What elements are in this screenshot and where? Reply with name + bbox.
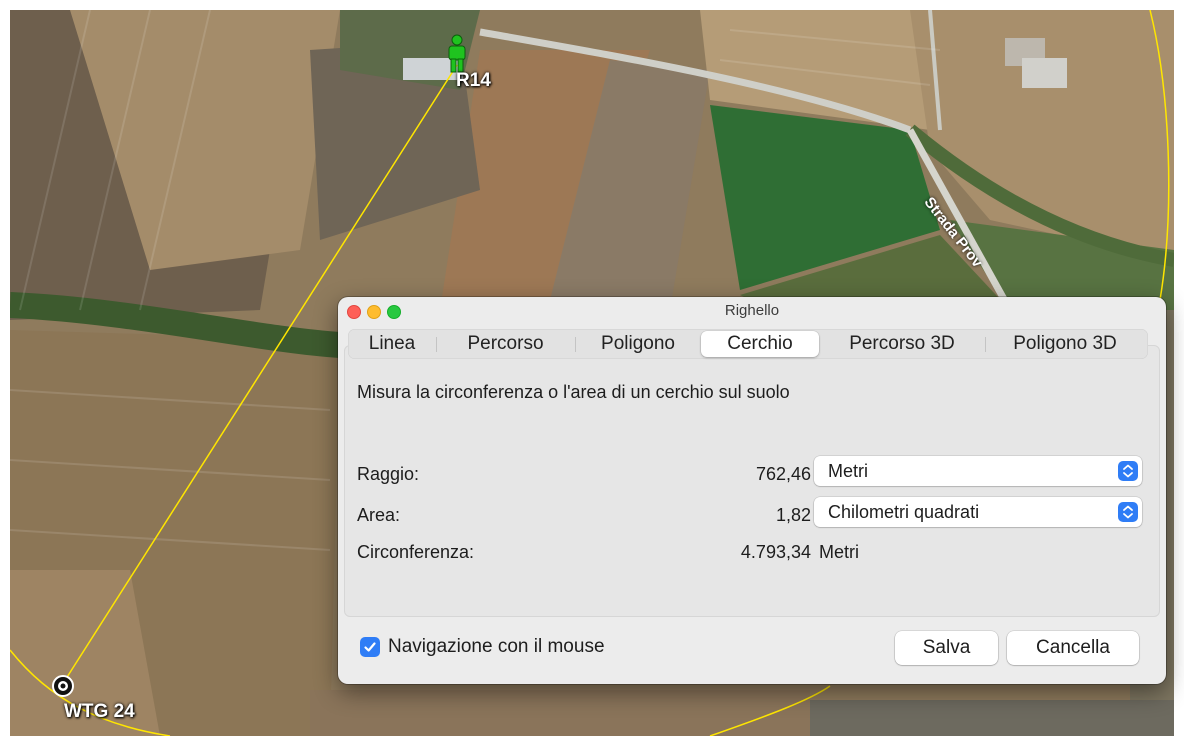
chevron-up-down-icon [1118, 502, 1138, 522]
tab-poligono-3d[interactable]: Poligono 3D [985, 331, 1145, 357]
target-marker-icon[interactable] [51, 674, 75, 703]
window-title: Righello [724, 302, 780, 319]
mouse-navigation-option[interactable]: Navigazione con il mouse [360, 636, 605, 658]
mode-description: Misura la circonferenza o l'area di un c… [357, 382, 790, 402]
close-window-button[interactable] [347, 305, 361, 319]
radius-label: Raggio: [357, 464, 420, 484]
mouse-navigation-checkbox[interactable] [360, 637, 380, 657]
save-button[interactable]: Salva [895, 631, 998, 665]
tab-cerchio[interactable]: Cerchio [701, 331, 819, 357]
area-unit-value: Chilometri quadrati [828, 502, 980, 522]
radius-value: 762,46 [755, 464, 811, 484]
area-value: 1,82 [775, 505, 811, 525]
measurement-panel: Misura la circonferenza o l'area di un c… [344, 345, 1160, 617]
marker-label-r14: R14 [456, 70, 491, 91]
tab-percorso-3d[interactable]: Percorso 3D [819, 331, 985, 357]
circumference-label: Circonferenza: [357, 542, 475, 562]
mouse-navigation-label: Navigazione con il mouse [388, 636, 605, 657]
measurement-mode-tabs: Linea Percorso Poligono Cerchio Percorso… [348, 329, 1148, 359]
tab-percorso[interactable]: Percorso [436, 331, 575, 357]
minimize-window-button[interactable] [367, 305, 381, 319]
tab-poligono[interactable]: Poligono [575, 331, 701, 357]
zoom-window-button[interactable] [387, 305, 401, 319]
radius-unit-value: Metri [828, 461, 868, 481]
ruler-dialog: Righello Misura la circonferenza o l'are… [338, 297, 1166, 684]
radius-unit-select[interactable]: Metri [814, 456, 1142, 486]
chevron-up-down-icon [1118, 461, 1138, 481]
marker-label-wtg24: WTG 24 [64, 701, 135, 722]
circumference-unit: Metri [819, 542, 859, 562]
area-label: Area: [357, 505, 401, 525]
checkmark-icon [364, 642, 376, 652]
area-unit-select[interactable]: Chilometri quadrati [814, 497, 1142, 527]
window-titlebar[interactable]: Righello [338, 297, 1166, 325]
tab-linea[interactable]: Linea [348, 331, 436, 357]
cancel-button[interactable]: Cancella [1007, 631, 1139, 665]
circumference-value: 4.793,34 [740, 542, 811, 562]
